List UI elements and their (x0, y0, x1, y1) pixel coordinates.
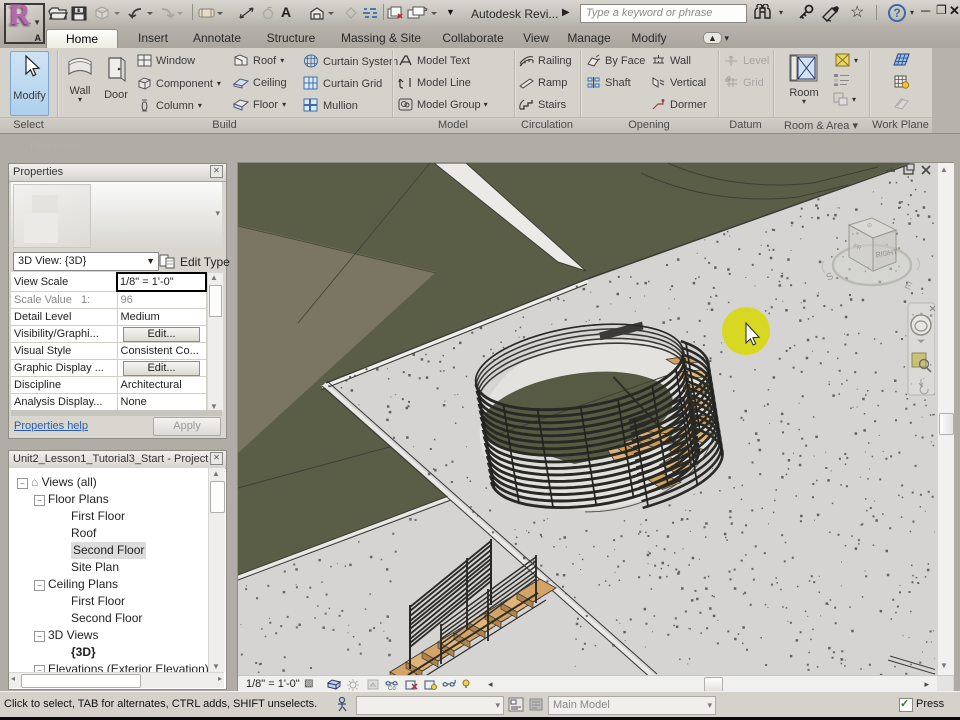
svg-text:⊙: ⊙ (867, 223, 872, 229)
